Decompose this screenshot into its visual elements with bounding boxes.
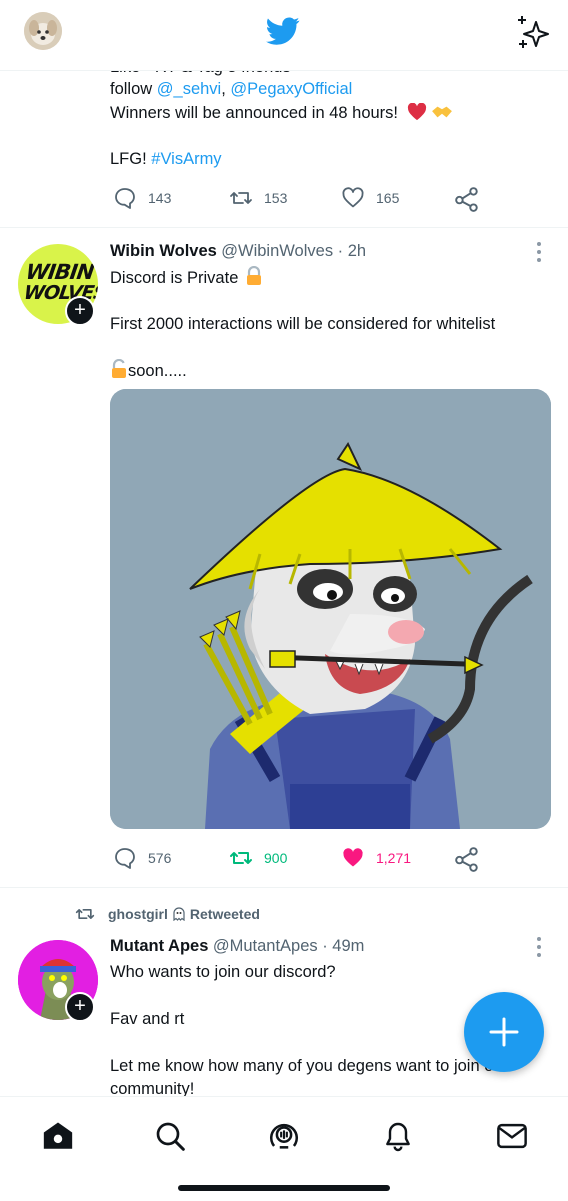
display-name[interactable]: Wibin Wolves [110,242,217,260]
compose-tweet-button[interactable] [464,992,544,1072]
home-icon[interactable] [41,1119,75,1153]
tweet-1-follow-line: follow @_sehvi, @PegaxyOfficial [110,78,352,101]
unlock-emoji-icon [112,358,126,378]
messages-icon[interactable] [495,1121,529,1151]
avatar-text-wibin: WIBIN [24,260,96,284]
sparkle-icon[interactable] [514,14,552,50]
notifications-icon[interactable] [382,1119,414,1153]
follow-prefix: follow [110,80,157,98]
tweet-1-like-button[interactable]: 165 [340,186,399,210]
handle-time[interactable]: @MutantApes · 49m [213,937,365,955]
retweet-icon [230,192,252,204]
tweet-1-retweet-button[interactable]: 153 [228,186,287,210]
tweet-media-image[interactable] [110,389,551,829]
display-name[interactable]: Mutant Apes [110,937,208,955]
tweet-2-retweet-button[interactable]: 900 [228,846,287,870]
retweeter-name: ghostgirl [108,906,168,922]
retweeted-label: Retweeted [189,906,260,922]
tweet-1-reply-button[interactable]: 143 [112,186,171,210]
like-count: 1,271 [376,850,412,866]
discord-private-text: Discord is Private [110,269,239,287]
tweet-divider [0,227,568,228]
retweet-small-icon [75,909,95,919]
soon-text: soon..... [128,362,187,380]
share-icon [455,187,478,212]
retweet-count: 153 [264,190,288,206]
tweet-divider [0,887,568,888]
spaces-icon[interactable] [267,1119,301,1153]
mention-pegaxy-link[interactable]: @PegaxyOfficial [230,80,352,98]
bottom-navigation [0,1096,568,1201]
twitter-logo-icon[interactable] [263,14,303,48]
more-options-icon[interactable] [535,936,543,958]
tweet-3-line-3: Let me know how many of you degens want … [110,1057,509,1075]
reply-count: 576 [148,850,172,866]
retweet-count: 900 [264,850,288,866]
heart-icon [342,187,364,208]
lfg-text: LFG! [110,150,152,168]
tweet-3-line-1: Who wants to join our discord? [110,963,336,981]
retweet-icon-active [230,852,252,864]
tweet-2-line-3: soon..... [110,358,187,383]
tweet-2-like-button[interactable]: 1,271 [340,846,411,870]
tweet-2-share-button[interactable] [454,846,490,872]
reply-count: 143 [148,190,172,206]
tweet-2-line-1: Discord is Private [110,265,263,290]
follow-badge-button[interactable]: + [65,296,95,326]
like-count: 165 [376,190,400,206]
handle-time[interactable]: @WibinWolves · 2h [221,242,366,260]
home-indicator-bar [178,1185,390,1191]
winners-text: Winners will be announced in 48 hours! [110,104,399,122]
plus-icon [489,1017,519,1047]
handshake-emoji-icon [432,106,453,118]
tweet-1-share-button[interactable] [454,186,490,212]
tweet-2-reply-button[interactable]: 576 [112,846,171,870]
red-heart-emoji-icon [407,102,426,121]
tweet-2-line-2: First 2000 interactions will be consider… [110,315,496,333]
tweet-1-winners-line: Winners will be announced in 48 hours! [110,102,453,125]
share-icon [455,847,478,872]
opossum-archer-illustration [110,389,551,829]
profile-avatar[interactable] [24,12,62,50]
retweeted-by-line[interactable]: ghostgirl Retweeted [74,904,260,924]
tweet-1-lfg-line: LFG! #VisArmy [110,148,222,171]
follow-badge-button[interactable]: + [65,992,95,1022]
tweet-2-header: Wibin Wolves @WibinWolves · 2h [110,242,366,261]
tweet-3-header: Mutant Apes @MutantApes · 49m [110,937,364,956]
more-options-icon[interactable] [535,241,543,263]
search-icon[interactable] [154,1120,186,1152]
heart-filled-icon [343,848,363,867]
top-bar [0,0,568,71]
lock-emoji-icon [246,265,261,285]
reply-icon [115,188,135,209]
reply-icon [115,848,135,869]
hashtag-visarmy-link[interactable]: #VisArmy [151,150,221,168]
tweet-3-line-2: Fav and rt [110,1010,185,1028]
ghost-emoji-icon [173,907,185,921]
mention-sehvi-link[interactable]: @_sehvi [157,80,221,98]
